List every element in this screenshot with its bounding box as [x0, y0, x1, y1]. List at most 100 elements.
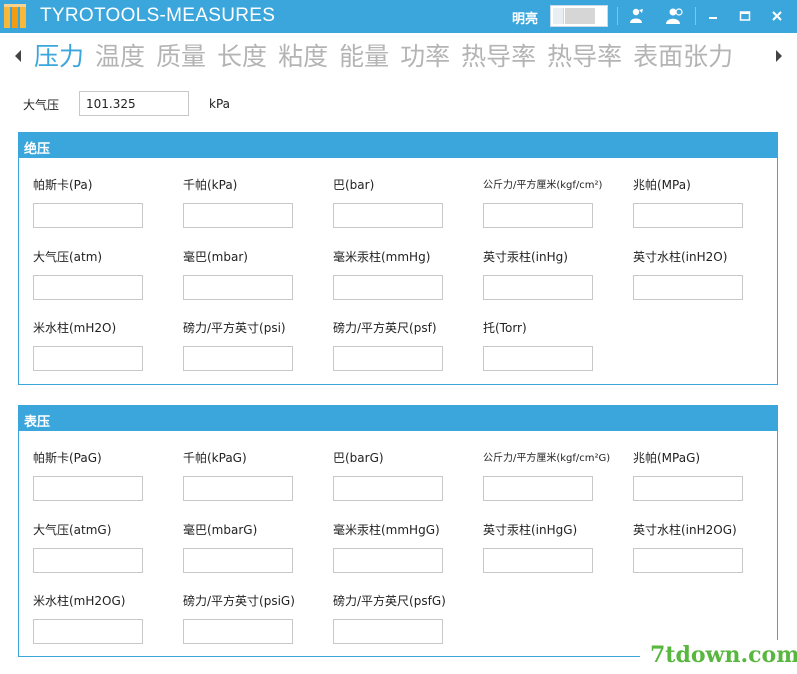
scroll-right-arrow-icon[interactable] [776, 50, 782, 62]
tab-energy[interactable]: 能量 [339, 38, 389, 76]
tab-surface-tension[interactable]: 表面张力 [633, 38, 733, 76]
field-pa: 帕斯卡(Pa) [33, 176, 173, 228]
value-input[interactable] [333, 275, 443, 300]
field-label: 磅力/平方英尺(psfG) [333, 594, 446, 608]
value-input[interactable] [183, 346, 293, 371]
close-button[interactable] [764, 4, 790, 28]
value-input[interactable] [33, 619, 143, 644]
field-label: 公斤力/平方厘米(kgf/cm²) [483, 180, 603, 191]
brightness-slider-fill [565, 8, 595, 24]
value-input[interactable] [183, 619, 293, 644]
maximize-button[interactable] [732, 4, 758, 28]
tab-pressure[interactable]: 压力 [34, 38, 84, 76]
watermark-text: 7tdown.com [650, 642, 797, 668]
field-label: 兆帕(MPaG) [633, 451, 701, 465]
value-input[interactable] [633, 548, 743, 573]
value-input[interactable] [33, 275, 143, 300]
value-input[interactable] [33, 476, 143, 501]
value-input[interactable] [633, 275, 743, 300]
tab-viscosity[interactable]: 粘度 [278, 38, 328, 76]
user-button[interactable] [662, 4, 688, 28]
value-input[interactable] [33, 346, 143, 371]
atm-pressure-input[interactable] [79, 91, 189, 116]
field-label: 巴(barG) [333, 451, 384, 465]
absolute-pressure-group: 绝压 帕斯卡(Pa) 千帕(kPa) 巴(bar) 公斤力/平方厘米(kgf/c… [18, 132, 778, 385]
value-input[interactable] [633, 476, 743, 501]
value-input[interactable] [333, 346, 443, 371]
field-mmhgg: 毫米汞柱(mmHgG) [333, 521, 473, 573]
field-pag: 帕斯卡(PaG) [33, 449, 173, 501]
user-icon [666, 8, 683, 24]
field-psig: 磅力/平方英寸(psiG) [183, 592, 323, 644]
brightness-slider-thumb[interactable] [553, 8, 564, 24]
title-bar: TYROTOOLS-MEASURES 明亮 [0, 0, 797, 33]
skin-button[interactable] [623, 4, 649, 28]
field-label: 托(Torr) [483, 321, 527, 335]
field-label: 英寸汞柱(inHg) [483, 250, 568, 264]
tab-temperature[interactable]: 温度 [95, 38, 145, 76]
field-label: 兆帕(MPa) [633, 178, 691, 192]
field-label: 英寸汞柱(inHgG) [483, 523, 578, 537]
field-kgf-cm2: 公斤力/平方厘米(kgf/cm²) [483, 176, 623, 228]
field-label: 巴(bar) [333, 178, 375, 192]
value-input[interactable] [33, 548, 143, 573]
field-mmhg: 毫米汞柱(mmHg) [333, 248, 473, 300]
field-inh2o: 英寸水柱(inH2O) [633, 248, 773, 300]
value-input[interactable] [33, 203, 143, 228]
value-input[interactable] [483, 275, 593, 300]
minimize-icon [709, 17, 717, 19]
tab-mass[interactable]: 质量 [156, 38, 206, 76]
field-label: 磅力/平方英寸(psi) [183, 321, 286, 335]
value-input[interactable] [333, 619, 443, 644]
value-input[interactable] [483, 476, 593, 501]
field-atmg: 大气压(atmG) [33, 521, 173, 573]
field-label: 公斤力/平方厘米(kgf/cm²G) [483, 453, 611, 464]
field-label: 毫巴(mbarG) [183, 523, 258, 537]
titlebar-divider [617, 7, 618, 25]
value-input[interactable] [183, 476, 293, 501]
value-input[interactable] [183, 548, 293, 573]
watermark: 7tdown.com [640, 640, 797, 674]
field-inhgg: 英寸汞柱(inHgG) [483, 521, 623, 573]
field-torr: 托(Torr) [483, 319, 623, 371]
field-mbar: 毫巴(mbar) [183, 248, 323, 300]
field-label: 毫巴(mbar) [183, 250, 248, 264]
value-input[interactable] [183, 203, 293, 228]
gauge-pressure-header: 表压 [19, 406, 777, 431]
field-atm: 大气压(atm) [33, 248, 173, 300]
field-label: 大气压(atmG) [33, 523, 112, 537]
tab-power[interactable]: 功率 [400, 38, 450, 76]
brightness-slider[interactable] [550, 5, 608, 27]
tab-thermal-conductivity[interactable]: 热导率 [461, 38, 536, 76]
tabs-strip: 压力 温度 质量 长度 粘度 能量 功率 热导率 热导率 表面张力 [34, 38, 772, 78]
skin-icon [630, 8, 643, 23]
app-logo-icon [4, 4, 26, 28]
tab-thermal-conductivity-2[interactable]: 热导率 [547, 38, 622, 76]
field-label: 米水柱(mH2O) [33, 321, 117, 335]
app-title: TYROTOOLS-MEASURES [40, 5, 276, 26]
value-input[interactable] [183, 275, 293, 300]
field-psf: 磅力/平方英尺(psf) [333, 319, 473, 371]
atm-pressure-unit: kPa [209, 97, 230, 111]
brightness-label: 明亮 [512, 12, 539, 27]
field-mh2o: 米水柱(mH2O) [33, 319, 173, 371]
scroll-left-arrow-icon[interactable] [15, 50, 21, 62]
tab-length[interactable]: 长度 [217, 38, 267, 76]
field-inhg: 英寸汞柱(inHg) [483, 248, 623, 300]
field-barg: 巴(barG) [333, 449, 473, 501]
value-input[interactable] [483, 346, 593, 371]
maximize-icon [739, 11, 751, 21]
field-label: 磅力/平方英尺(psf) [333, 321, 437, 335]
value-input[interactable] [333, 203, 443, 228]
field-label: 千帕(kPaG) [183, 451, 247, 465]
field-label: 帕斯卡(Pa) [33, 178, 93, 192]
value-input[interactable] [483, 548, 593, 573]
value-input[interactable] [633, 203, 743, 228]
value-input[interactable] [333, 476, 443, 501]
field-mpa: 兆帕(MPa) [633, 176, 773, 228]
minimize-button[interactable] [700, 4, 726, 28]
field-psfg: 磅力/平方英尺(psfG) [333, 592, 473, 644]
value-input[interactable] [333, 548, 443, 573]
value-input[interactable] [483, 203, 593, 228]
close-icon [772, 11, 782, 21]
